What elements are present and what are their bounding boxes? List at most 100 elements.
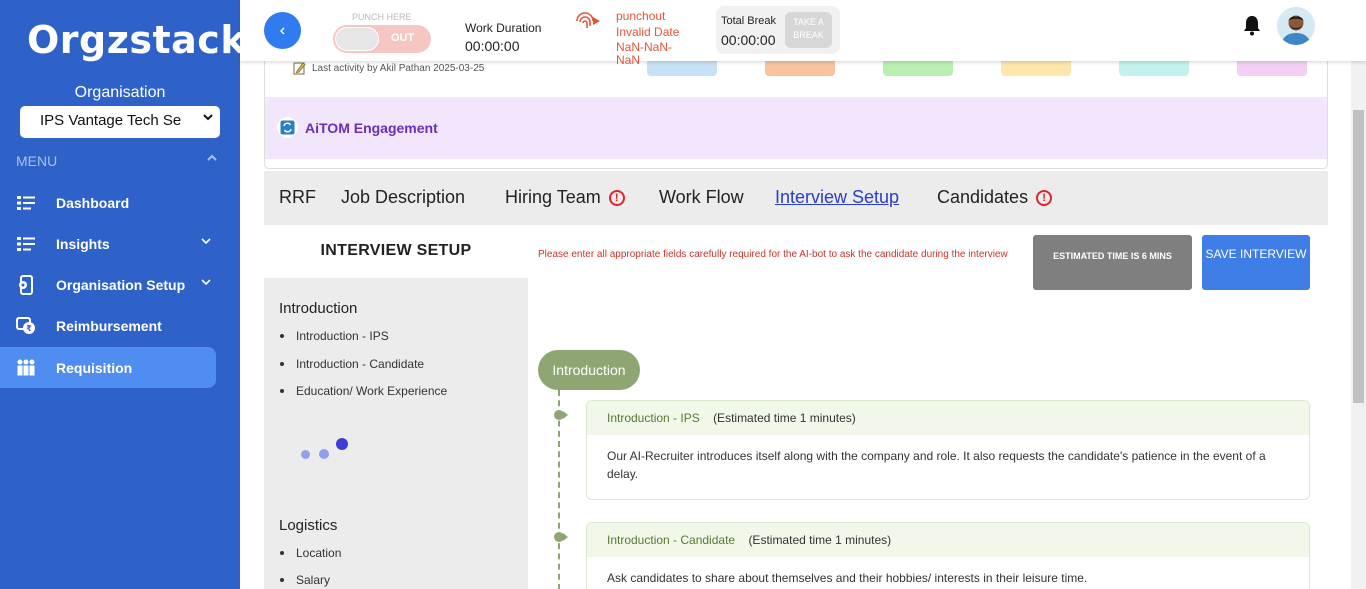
insights-icon [16, 234, 36, 254]
work-duration-value: 00:00:00 [465, 38, 520, 54]
punchout-time: NaN-NaN-NaN [616, 40, 673, 67]
aitom-engagement-title: AiTOM Engagement [305, 120, 438, 136]
aitom-logo-icon [277, 117, 298, 138]
tab-label: Job Description [341, 187, 466, 207]
tab-label: Work Flow [659, 187, 744, 207]
menu-label: MENU [16, 153, 58, 169]
list-item[interactable]: Education/ Work Experience [280, 384, 447, 398]
total-break-value: 00:00:00 [721, 32, 776, 48]
fingerprint-icon [574, 10, 602, 32]
flow-arrow [563, 533, 568, 541]
question-time: (Estimated time 1 minutes) [713, 411, 856, 425]
app-root: Orgzstack Organisation IPS Vantage Tech … [0, 0, 1366, 589]
tab-label: Interview Setup [775, 187, 900, 207]
back-button[interactable] [264, 12, 301, 49]
edit-note-icon [293, 61, 306, 75]
estimated-time-badge: ESTIMATED TIME IS 6 MINS [1033, 235, 1192, 290]
sidebar-item-dashboard[interactable]: Dashboard [0, 182, 216, 223]
sidebar-item-label: Insights [56, 235, 110, 252]
punchout-date: Invalid Date [616, 25, 680, 39]
sidebar-item-organisation-setup[interactable]: Organisation Setup [0, 264, 216, 305]
total-break-box: Total Break 00:00:00 TAKE A BREAK [716, 6, 840, 54]
main-content: Last activity by Akil Pathan 2025-03-25 … [240, 61, 1352, 589]
tab-label: Candidates [937, 187, 1029, 207]
aitom-engagement-bar[interactable]: AiTOM Engagement [265, 97, 1327, 159]
status-chip [1001, 61, 1071, 76]
question-title: Introduction - IPS [607, 411, 700, 425]
sidebar-item-label: Reimbursement [56, 317, 162, 334]
status-chip [765, 61, 835, 76]
requisition-summary-card: Last activity by Akil Pathan 2025-03-25 … [264, 61, 1328, 169]
punch-label: PUNCH HERE [352, 12, 412, 22]
sidebar-item-insights[interactable]: Insights [0, 223, 216, 264]
tab-rrf[interactable]: RRF [279, 187, 316, 208]
reimbursement-icon: ₹ [16, 316, 36, 336]
alert-icon: ! [608, 189, 625, 206]
instruction-note: Please enter all appropriate fields care… [538, 249, 1008, 260]
chevron-down-icon [202, 111, 214, 126]
organisation-select[interactable]: IPS Vantage Tech Se [20, 106, 220, 138]
last-activity: Last activity by Akil Pathan 2025-03-25 [293, 61, 484, 75]
tab-label: RRF [279, 187, 316, 207]
work-duration-label: Work Duration [465, 21, 542, 35]
question-time: (Estimated time 1 minutes) [748, 533, 892, 547]
chevron-up-icon[interactable] [206, 150, 218, 166]
status-chip [1119, 61, 1189, 76]
svg-text:₹: ₹ [26, 324, 32, 333]
interview-flow: Introduction Introduction - IPS (Estimat… [528, 299, 1320, 589]
sidebar-item-label: Requisition [56, 359, 133, 376]
sidebar-item-label: Organisation Setup [56, 276, 186, 293]
question-description: Ask candidates to share about themselves… [607, 571, 1088, 585]
section-title-logistics: Logistics [279, 517, 338, 534]
section-title-introduction: Introduction [279, 300, 358, 317]
tab-candidates[interactable]: Candidates ! [937, 187, 1053, 208]
status-chip [883, 61, 953, 76]
requisition-icon [16, 358, 36, 378]
total-break-label: Total Break [721, 15, 777, 27]
chevron-down-icon [200, 276, 212, 290]
tab-work-flow[interactable]: Work Flow [659, 187, 744, 208]
organisation-select-value: IPS Vantage Tech Se [40, 112, 182, 129]
scrollbar-thumb[interactable] [1351, 108, 1366, 405]
dashboard-icon [16, 193, 36, 213]
tab-hiring-team[interactable]: Hiring Team ! [505, 187, 625, 208]
status-chip [1237, 61, 1307, 76]
take-break-button[interactable]: TAKE A BREAK [785, 12, 832, 48]
organisation-label: Organisation [74, 84, 166, 101]
punchout-label: punchout [616, 9, 666, 23]
chevron-down-icon [200, 235, 212, 249]
question-title: Introduction - Candidate [607, 533, 736, 547]
avatar[interactable] [1277, 7, 1315, 45]
organisation-setup-icon [16, 274, 36, 295]
alert-icon: ! [1036, 189, 1053, 206]
punch-toggle[interactable]: OUT [333, 25, 431, 53]
tab-job-description[interactable]: Job Description [341, 187, 465, 208]
last-activity-text: Last activity by Akil Pathan 2025-03-25 [312, 62, 485, 74]
sidebar-item-reimbursement[interactable]: ₹ Reimbursement [0, 305, 216, 346]
sidebar-item-label: Dashboard [56, 194, 130, 211]
flow-arrow [563, 411, 568, 419]
top-bar: PUNCH HERE OUT Work Duration 00:00:00 pu… [240, 0, 1366, 67]
loading-dot [301, 450, 310, 459]
loading-dot [336, 438, 348, 450]
save-interview-button[interactable]: SAVE INTERVIEW [1202, 235, 1310, 290]
chevron-left-icon [279, 27, 284, 34]
question-card-header: Introduction - IPS (Estimated time 1 min… [587, 401, 1309, 435]
interview-setup-title: INTERVIEW SETUP [264, 225, 528, 278]
question-card[interactable]: Introduction - IPS (Estimated time 1 min… [586, 400, 1310, 500]
logo: Orgzstack [27, 18, 247, 62]
punch-toggle-knob [335, 27, 379, 51]
question-description: Our AI-Recruiter introduces itself along… [607, 449, 1266, 481]
sidebar-item-requisition[interactable]: Requisition [0, 347, 216, 388]
question-card[interactable]: Introduction - Candidate (Estimated time… [586, 522, 1310, 589]
punch-state: OUT [391, 32, 415, 44]
requisition-tabs: RRF Job Description Hiring Team ! Work F… [264, 171, 1328, 225]
list-item[interactable]: Salary [280, 573, 330, 587]
interview-sections-panel: INTERVIEW SETUP Introduction Introductio… [264, 225, 528, 589]
sidebar: Orgzstack Organisation IPS Vantage Tech … [0, 0, 246, 589]
tab-interview-setup[interactable]: Interview Setup [775, 187, 899, 208]
list-item[interactable]: Location [280, 546, 341, 560]
list-item[interactable]: Introduction - IPS [280, 329, 389, 343]
list-item[interactable]: Introduction - Candidate [280, 357, 424, 371]
bell-icon[interactable] [1242, 14, 1262, 36]
